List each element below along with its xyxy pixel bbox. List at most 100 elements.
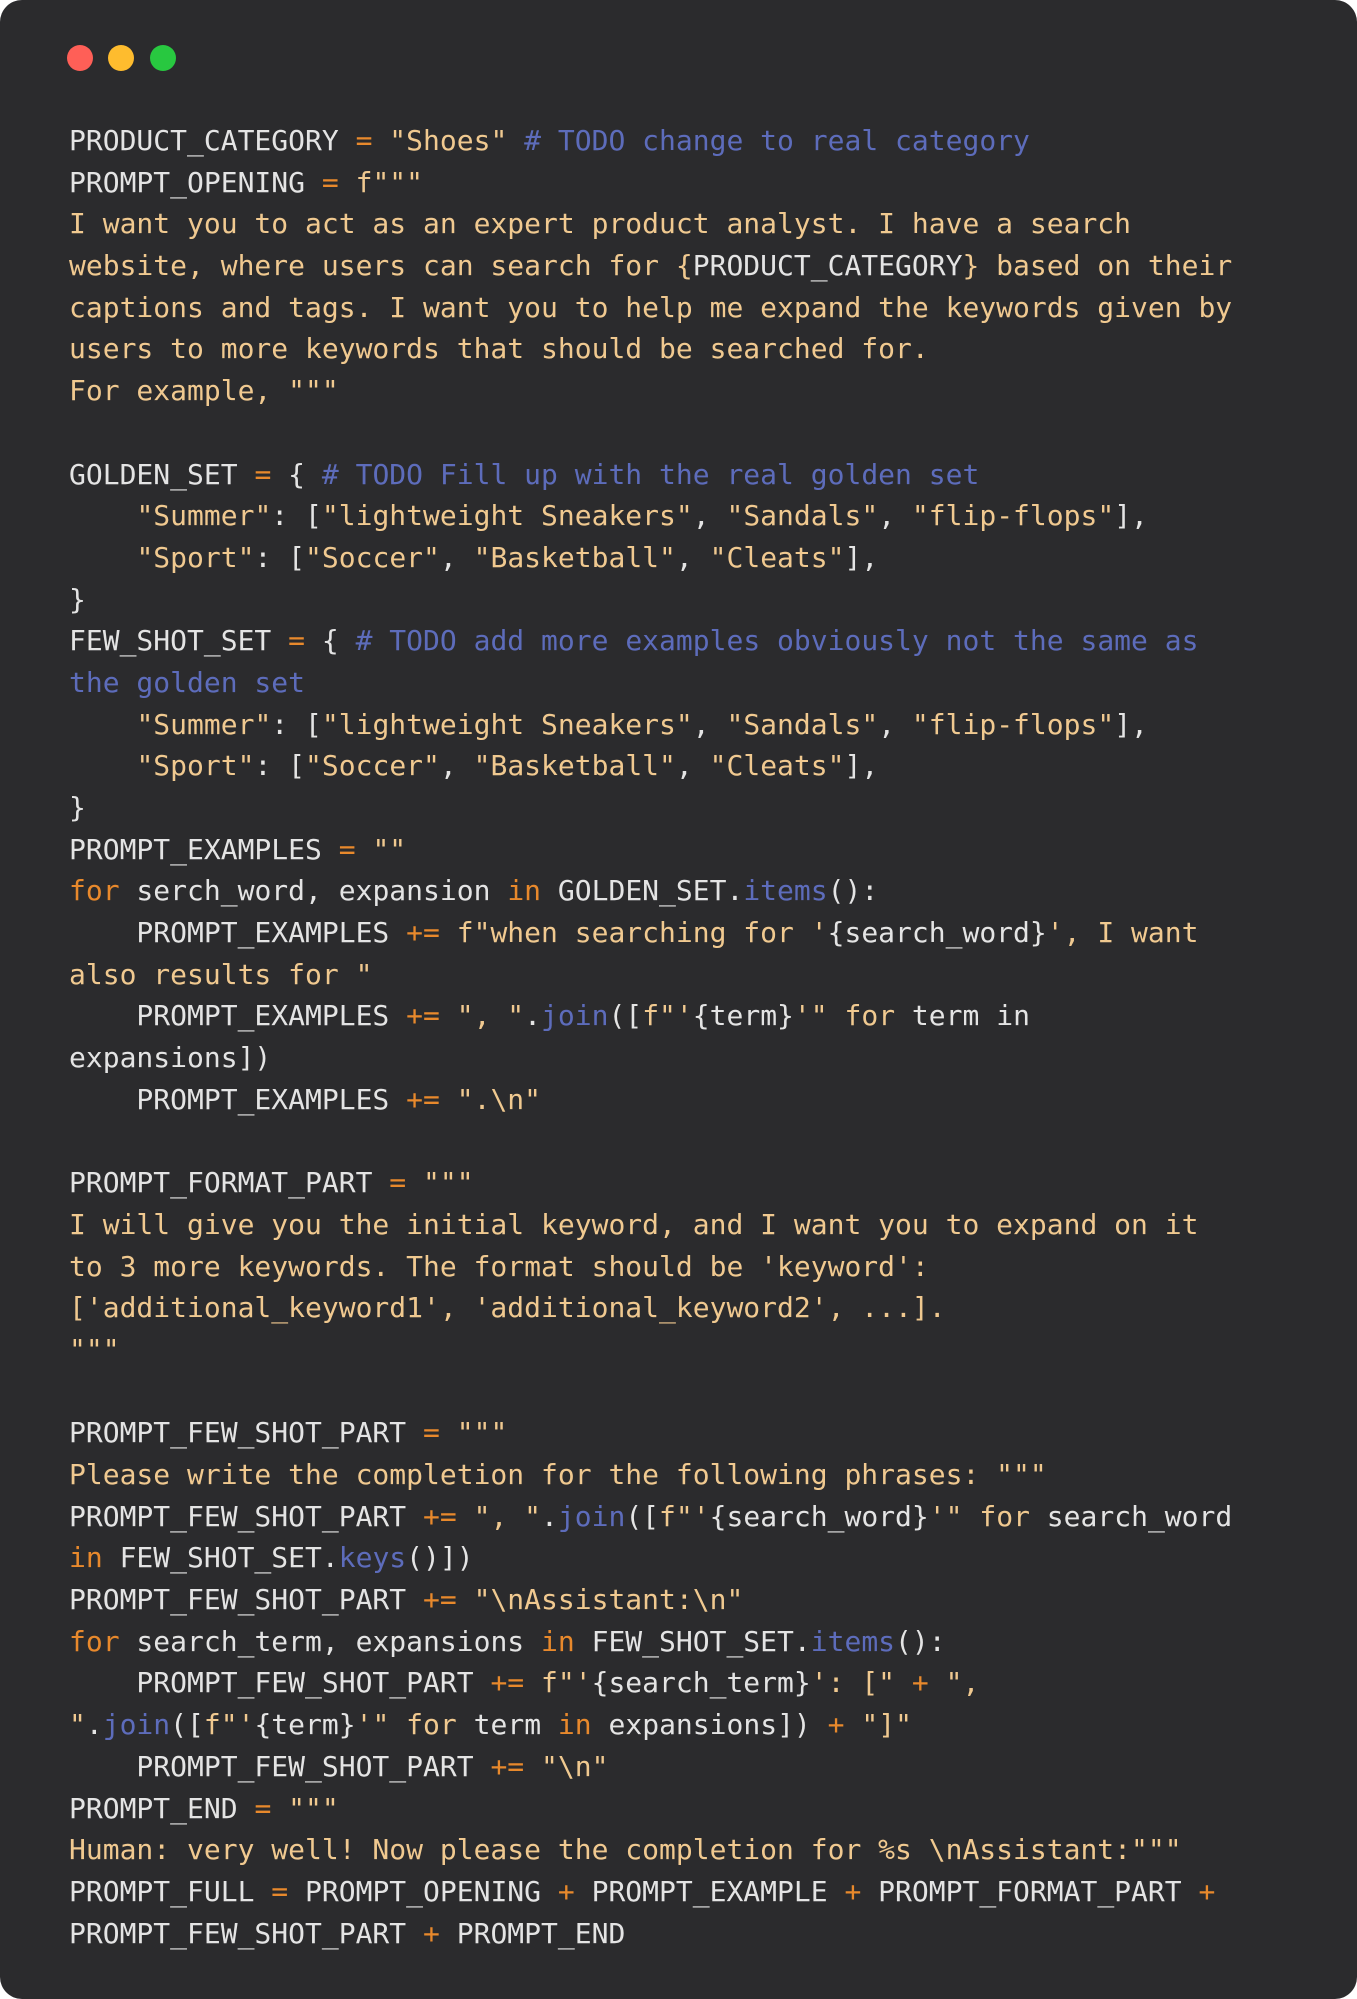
code-token-plain: PROMPT_FEW_SHOT_PART bbox=[69, 1749, 491, 1783]
close-window-dot-icon[interactable] bbox=[67, 45, 93, 71]
code-token-plain: PROMPT_FULL bbox=[69, 1874, 272, 1908]
code-line: PROMPT_EXAMPLES += ", ".join([f"'{term}'… bbox=[69, 995, 1317, 1037]
code-token-op: = bbox=[423, 1416, 440, 1450]
code-token-str: "Basketball" bbox=[473, 749, 676, 783]
code-token-str: '" for bbox=[928, 1499, 1030, 1533]
code-token-op: += bbox=[406, 999, 440, 1033]
code-token-plain: , bbox=[675, 749, 710, 783]
code-token-plain: {search_word} bbox=[827, 916, 1047, 950]
code-token-op: += bbox=[490, 1666, 525, 1700]
code-token-str: """ bbox=[288, 1791, 339, 1825]
code-line: For example, """ bbox=[69, 370, 1317, 412]
code-line: FEW_SHOT_SET = { # TODO add more example… bbox=[69, 620, 1317, 662]
code-token-op: += bbox=[406, 1082, 440, 1116]
code-token-plain: PROMPT_FEW_SHOT_PART bbox=[69, 1416, 424, 1450]
code-line: "Summer": ["lightweight Sneakers", "Sand… bbox=[69, 704, 1317, 746]
code-token-plain: {search_word} bbox=[709, 1499, 929, 1533]
code-token-op: + bbox=[844, 1874, 862, 1908]
code-line: "Summer": ["lightweight Sneakers", "Sand… bbox=[69, 495, 1317, 537]
code-token-op: = bbox=[355, 124, 373, 157]
code-token-kw: for bbox=[69, 1624, 120, 1658]
code-token-str: ', I want bbox=[1046, 916, 1199, 950]
code-line: PROMPT_EXAMPLES += ".\n" bbox=[69, 1079, 1317, 1121]
code-line: PROMPT_OPENING = f""" bbox=[69, 162, 1317, 204]
code-token-plain: PROMPT_OPENING bbox=[288, 1874, 558, 1908]
code-token-plain: (): bbox=[827, 874, 879, 908]
code-token-cmt: the golden set bbox=[69, 665, 306, 699]
code-token-plain: PROMPT_FEW_SHOT_PART bbox=[69, 1916, 424, 1950]
code-line: PROMPT_EXAMPLES += f"when searching for … bbox=[69, 912, 1317, 954]
code-token-op: = bbox=[271, 1874, 289, 1908]
code-token-plain: expansions]) bbox=[591, 1708, 828, 1742]
code-token-str: For example, """ bbox=[69, 374, 339, 408]
code-token-str: ': [" bbox=[810, 1666, 896, 1700]
code-token-op: += bbox=[406, 916, 440, 950]
code-window: PRODUCT_CATEGORY = "Shoes" # TODO change… bbox=[0, 0, 1357, 1999]
code-line: website, where users can search for {PRO… bbox=[69, 245, 1317, 287]
maximize-window-dot-icon[interactable] bbox=[150, 45, 176, 71]
title-bar bbox=[0, 0, 1357, 100]
code-token-str: ", bbox=[945, 1666, 980, 1700]
code-token-str: "" bbox=[372, 832, 407, 866]
code-token-str: "Summer" bbox=[136, 707, 272, 741]
code-token-plain: PROMPT_FEW_SHOT_PART bbox=[69, 1666, 491, 1700]
code-token-plain: term in bbox=[895, 999, 1030, 1033]
code-token-plain: , bbox=[692, 707, 727, 741]
code-token-plain: , bbox=[675, 540, 710, 574]
code-token-plain: ([ bbox=[170, 1708, 204, 1742]
code-token-op: = bbox=[321, 165, 339, 199]
code-token-plain: PROMPT_OPENING bbox=[69, 165, 322, 199]
code-token-str: "Sandals" bbox=[726, 707, 879, 741]
code-token-op: += bbox=[423, 1583, 457, 1617]
code-token-plain: PROMPT_FEW_SHOT_PART bbox=[69, 1499, 424, 1533]
code-line: captions and tags. I want you to help me… bbox=[69, 287, 1317, 329]
code-line: PROMPT_FEW_SHOT_PART += f"'{search_term}… bbox=[69, 1662, 1317, 1704]
code-token-str: I will give you the initial keyword, and… bbox=[69, 1207, 1199, 1241]
code-token-plain: (): bbox=[895, 1624, 946, 1658]
code-token-plain: PRODUCT_CATEGORY bbox=[69, 124, 356, 157]
code-token-plain: {term} bbox=[692, 999, 794, 1033]
minimize-window-dot-icon[interactable] bbox=[108, 45, 134, 71]
code-token-fn: keys bbox=[338, 1541, 407, 1575]
code-line: PROMPT_FORMAT_PART = """ bbox=[69, 1162, 1317, 1204]
code-block: PRODUCT_CATEGORY = "Shoes" # TODO change… bbox=[69, 120, 1317, 1954]
code-token-plain: , bbox=[878, 499, 912, 533]
code-token-plain: } bbox=[69, 582, 86, 616]
code-token-str: "Cleats" bbox=[709, 749, 845, 783]
code-token-str: f"' bbox=[203, 1708, 255, 1742]
code-token-plain: . bbox=[85, 1708, 103, 1742]
code-line: PROMPT_FEW_SHOT_PART = """ bbox=[69, 1412, 1317, 1454]
code-token-str: website, where users can search for bbox=[69, 249, 676, 283]
code-line: PRODUCT_CATEGORY = "Shoes" # TODO change… bbox=[69, 120, 1317, 162]
code-line: GOLDEN_SET = { # TODO Fill up with the r… bbox=[69, 454, 1317, 496]
code-token-str: "Shoes" bbox=[389, 124, 508, 157]
code-token-str: { bbox=[675, 249, 693, 283]
code-token-plain: FEW_SHOT_SET. bbox=[102, 1541, 339, 1575]
code-token-plain: : [ bbox=[271, 707, 322, 741]
code-token-str: "Sandals" bbox=[726, 499, 879, 533]
code-token-plain: ([ bbox=[625, 1499, 660, 1533]
code-token-plain: . bbox=[524, 999, 542, 1033]
code-token-plain: } bbox=[69, 791, 86, 824]
code-token-plain: PROMPT_EXAMPLE bbox=[574, 1874, 845, 1908]
code-token-str: "flip-flops" bbox=[911, 707, 1115, 741]
code-token-plain: PROMPT_EXAMPLES bbox=[69, 999, 407, 1033]
code-token-str: also results for " bbox=[69, 957, 373, 991]
code-line: for search_term, expansions in FEW_SHOT_… bbox=[69, 1621, 1317, 1663]
code-token-str: "lightweight Sneakers" bbox=[321, 499, 693, 533]
code-line: "Sport": ["Soccer", "Basketball", "Cleat… bbox=[69, 745, 1317, 787]
code-token-cmt: # TODO add more examples obviously not t… bbox=[355, 624, 1199, 658]
code-token-op: += bbox=[423, 1499, 457, 1533]
code-line: the golden set bbox=[69, 662, 1317, 704]
